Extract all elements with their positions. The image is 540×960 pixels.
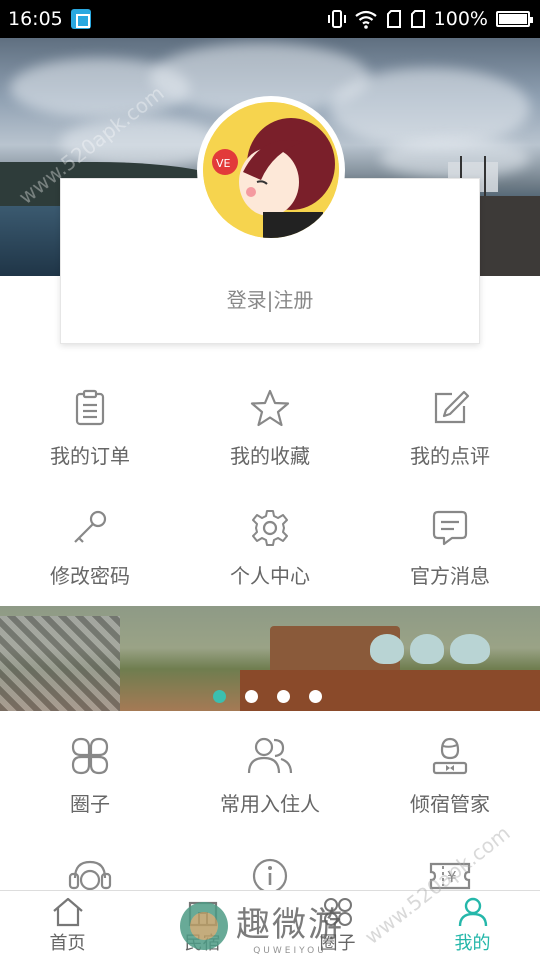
menu-label: 官方消息 (410, 564, 490, 588)
menu-personal-center[interactable]: 个人中心 (180, 500, 360, 620)
menu-label: 我的收藏 (230, 444, 310, 468)
circles-icon (71, 737, 109, 775)
brand-pinyin: QUWEIYOU (253, 945, 327, 956)
butler-icon (432, 737, 468, 775)
menu-label: 倾宿管家 (410, 792, 490, 816)
menu-frequent-guests[interactable]: 常用入住人 (180, 728, 360, 848)
menu-my-reviews[interactable]: 我的点评 (360, 380, 540, 500)
status-time: 16:05 (8, 8, 63, 30)
avatar[interactable]: VE (197, 96, 345, 244)
menu-my-favorites[interactable]: 我的收藏 (180, 380, 360, 500)
star-icon (250, 389, 290, 427)
pagination-dot[interactable] (277, 690, 290, 703)
svg-text:VE: VE (216, 157, 231, 170)
pagination-dot[interactable] (213, 690, 226, 703)
menu-label: 修改密码 (50, 564, 130, 588)
brand-logo (180, 902, 228, 950)
sim1-icon (386, 10, 401, 28)
menu-label: 常用入住人 (220, 792, 320, 816)
clipboard-icon (75, 389, 105, 426)
home-icon (52, 897, 83, 927)
banner-pagination (213, 690, 322, 703)
menu-label: 个人中心 (230, 564, 310, 588)
gear-icon (252, 510, 288, 546)
nav-home[interactable]: 首页 (0, 891, 135, 960)
key-icon (74, 510, 107, 543)
person-icon (458, 897, 487, 927)
battery-percent: 100% (433, 8, 488, 30)
menu-circles[interactable]: 圈子 (0, 728, 180, 848)
vibrate-icon (327, 10, 346, 28)
screenshot-icon (70, 9, 91, 29)
brand-name: 趣微游 (236, 904, 344, 945)
brand-watermark: 趣微游 QUWEIYOU (180, 896, 370, 956)
login-register-link[interactable]: 登录|注册 (0, 284, 540, 313)
avatar-illustration: VE (203, 102, 339, 238)
battery-icon (496, 11, 533, 27)
menu-official-messages[interactable]: 官方消息 (360, 500, 540, 620)
menu-label: 我的点评 (410, 444, 490, 468)
pagination-dot[interactable] (309, 690, 322, 703)
message-icon (432, 510, 468, 546)
menu-my-orders[interactable]: 我的订单 (0, 380, 180, 500)
nav-label: 我的 (454, 933, 491, 954)
menu-label: 圈子 (70, 792, 110, 816)
account-menu-grid: 我的订单 我的收藏 我的点评 修改密码 个人中心 官方消息 (0, 380, 540, 620)
status-bar: 16:05 100% (0, 0, 540, 38)
edit-icon (434, 390, 470, 424)
nav-label: 首页 (49, 933, 86, 954)
users-icon (247, 737, 293, 774)
wifi-icon (354, 10, 377, 29)
menu-stay-butler[interactable]: 倾宿管家 (360, 728, 540, 848)
menu-change-password[interactable]: 修改密码 (0, 500, 180, 620)
sim2-icon (410, 10, 425, 28)
menu-label: 我的订单 (50, 444, 130, 468)
pagination-dot[interactable] (245, 690, 258, 703)
